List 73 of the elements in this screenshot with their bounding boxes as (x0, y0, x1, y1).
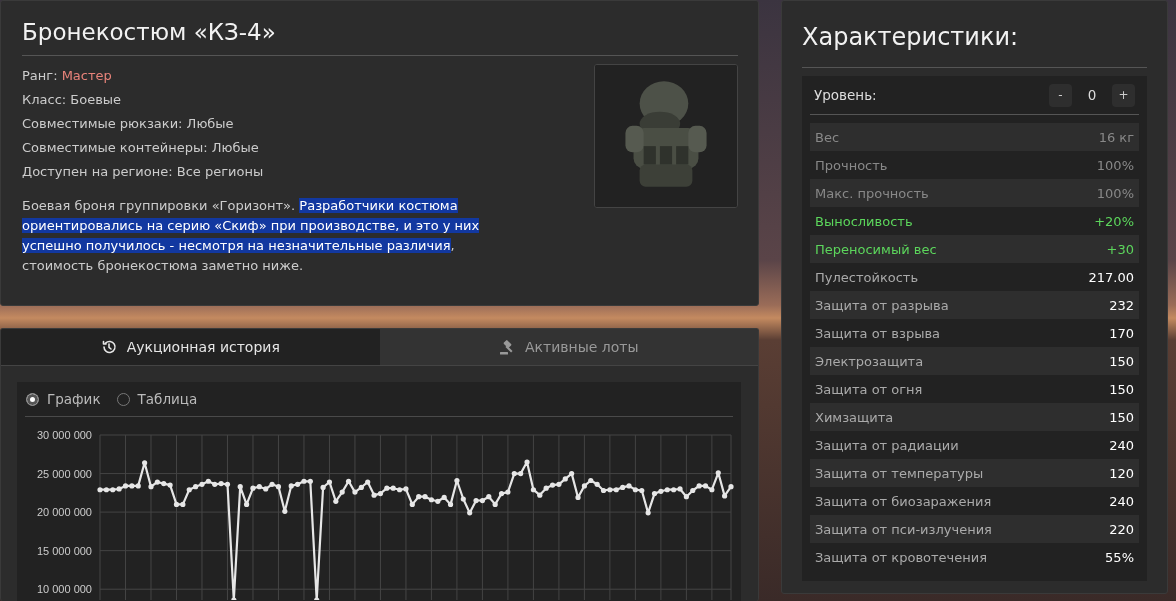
stat-value: 100% (1096, 157, 1134, 173)
stat-name: Защита от радиации (815, 437, 959, 453)
radio-option[interactable]: Таблица (116, 391, 198, 407)
stat-name: Защита от огня (815, 381, 923, 397)
radio-option[interactable]: График (26, 391, 101, 407)
data-point (237, 484, 243, 490)
stat-name: Защита от разрыва (815, 297, 949, 313)
tab[interactable]: Аукционная история (1, 329, 380, 365)
data-point (333, 498, 339, 504)
data-point (142, 460, 148, 466)
item-title: Бронекостюм «КЗ-4» (22, 19, 738, 56)
stat-value: +30 (1106, 241, 1134, 257)
data-point (339, 489, 345, 495)
tab[interactable]: Активные лоты (379, 329, 758, 365)
characteristics-title: Характеристики: (802, 23, 1147, 68)
item-property: Совместимые рюкзаки: Любые (22, 115, 235, 133)
stat-value: 100% (1096, 185, 1134, 201)
stat-name: Химзащита (815, 409, 894, 425)
data-point (314, 597, 320, 600)
stat-value: 232 (1109, 297, 1134, 313)
stat-value: 217.00 (1088, 269, 1134, 285)
level-value: 0 (1086, 87, 1098, 103)
increase-button[interactable]: + (1112, 83, 1135, 107)
data-point (467, 510, 473, 516)
stat-value: 16 кг (1098, 129, 1134, 145)
axis-label: 15 000 000 (36, 544, 92, 557)
stat-value: 150 (1109, 409, 1134, 425)
data-point (722, 493, 728, 499)
item-property: Совместимые контейнеры: Любые (22, 139, 260, 157)
data-point (460, 496, 466, 502)
data-point (244, 501, 250, 507)
data-point (728, 484, 734, 490)
stat-value: 150 (1109, 381, 1134, 397)
stat-name: Электрозащита (815, 353, 924, 369)
stat-name: Переносимый вес (815, 241, 937, 257)
data-point (575, 494, 581, 501)
decrease-button[interactable]: - (1049, 83, 1072, 107)
data-point (231, 597, 237, 600)
stat-value: 170 (1109, 325, 1134, 341)
axis-label: 20 000 000 (36, 506, 92, 519)
data-point (454, 477, 460, 484)
item-property: Ранг: Мастер (22, 67, 113, 85)
stat-value: 120 (1109, 465, 1134, 481)
stat-name: Защита от кровотечения (815, 549, 987, 565)
data-point (715, 470, 721, 476)
stat-name: Защита от биозаражения (815, 493, 992, 509)
stat-name: Макс. прочность (815, 185, 929, 201)
item-property: Класс: Боевые (22, 91, 123, 109)
gavel-icon (499, 339, 515, 355)
stat-name: Защита от температуры (815, 465, 984, 481)
stat-value: 240 (1109, 437, 1134, 453)
stat-value: 220 (1109, 521, 1134, 537)
stat-value: 55% (1105, 549, 1134, 565)
data-point (524, 459, 530, 465)
item-description: Боевая броня группировки «Горизонт». Разработчики костюма ориентировались на серию «Скиф» при производстве, и это у них успешно получилось - несмотря на незначительные различия, стоимость бронекостюма заметно ниже. (22, 197, 481, 275)
stat-name: Пулестойкость (815, 269, 919, 285)
axis-label: 10 000 000 (36, 583, 92, 596)
stat-name: Выносливость (815, 213, 913, 229)
stat-value: +20% (1094, 213, 1134, 229)
axis-label: 25 000 000 (36, 467, 92, 480)
axis-label: 30 000 000 (36, 429, 92, 441)
item-property: Доступен на регионе: Все регионы (22, 163, 265, 181)
stat-name: Вес (815, 129, 840, 145)
stat-name: Защита от пси-излучения (815, 521, 992, 537)
level-label: Уровень: (814, 87, 878, 103)
history-icon (100, 339, 117, 355)
stat-value: 150 (1109, 353, 1134, 369)
stat-name: Защита от взрыва (815, 325, 941, 341)
stat-value: 240 (1109, 493, 1134, 509)
stat-name: Прочность (815, 157, 888, 173)
data-point (346, 478, 352, 484)
data-point (282, 508, 288, 514)
data-point (645, 510, 651, 516)
